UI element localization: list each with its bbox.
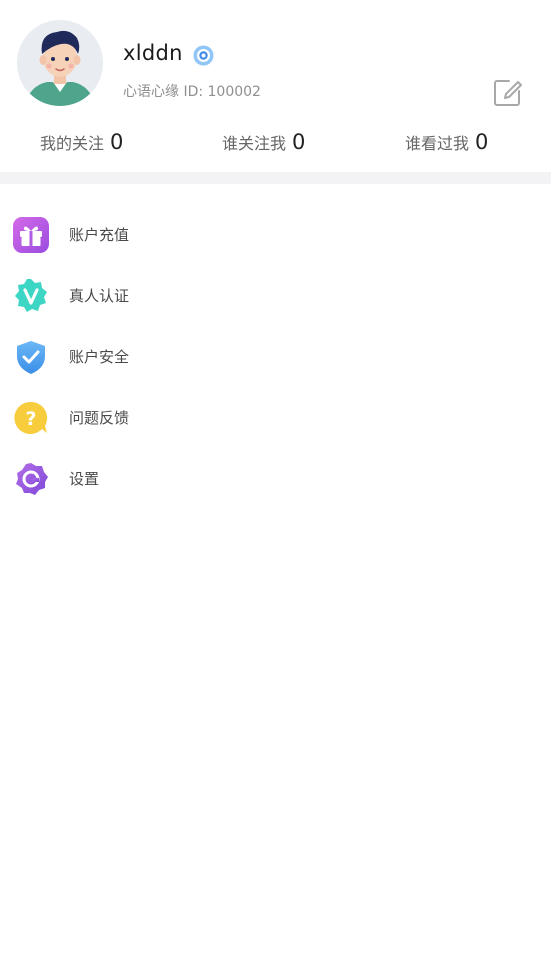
stat-count: 0	[110, 130, 124, 154]
menu-item-label: 账户充值	[69, 226, 130, 244]
verified-badge-icon	[193, 45, 214, 66]
shield-check-icon	[12, 338, 50, 376]
menu-item-label: 设置	[69, 470, 100, 488]
profile-header: xlddn 心语心缘 ID: 100002	[0, 0, 551, 122]
stats-row: 我的关注 0 谁关注我 0 谁看过我 0	[0, 122, 551, 170]
menu-item-account-security[interactable]: 账户安全	[0, 326, 551, 387]
stat-label: 谁看过我	[405, 134, 470, 153]
verified-v-icon	[12, 277, 50, 315]
section-divider	[0, 172, 551, 184]
stat-count: 0	[292, 130, 306, 154]
gift-icon	[12, 216, 50, 254]
stat-visitors[interactable]: 谁看过我 0	[405, 130, 488, 164]
stat-following[interactable]: 我的关注 0	[40, 130, 123, 164]
svg-text:?: ?	[25, 408, 36, 430]
menu-item-settings[interactable]: 设置	[0, 448, 551, 509]
user-id: 心语心缘 ID: 100002	[123, 84, 261, 100]
stat-label: 我的关注	[40, 134, 105, 153]
menu-list: 账户充值 真人认证 账户安全 ? 问题反馈 设置	[0, 204, 551, 509]
menu-item-label: 账户安全	[69, 348, 130, 366]
menu-item-label: 问题反馈	[69, 409, 130, 427]
settings-gear-icon	[12, 460, 50, 498]
question-bubble-icon: ?	[12, 399, 50, 437]
username: xlddn	[123, 41, 183, 65]
stat-label: 谁关注我	[222, 134, 287, 153]
menu-item-label: 真人认证	[69, 287, 130, 305]
menu-item-real-person-verification[interactable]: 真人认证	[0, 265, 551, 326]
stat-followers[interactable]: 谁关注我 0	[222, 130, 305, 164]
edit-profile-button[interactable]	[492, 76, 524, 108]
menu-item-feedback[interactable]: ? 问题反馈	[0, 387, 551, 448]
edit-icon	[494, 80, 522, 106]
menu-item-recharge[interactable]: 账户充值	[0, 204, 551, 265]
stat-count: 0	[475, 130, 489, 154]
user-avatar-icon	[17, 20, 103, 106]
avatar[interactable]	[17, 20, 103, 106]
